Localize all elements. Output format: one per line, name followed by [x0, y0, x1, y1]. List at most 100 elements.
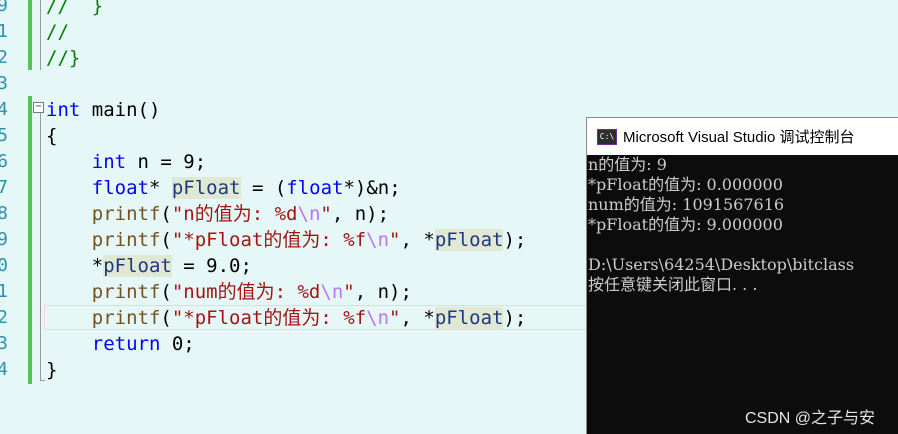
code-text: *	[148, 177, 172, 199]
debug-console-window[interactable]: C:\ Microsoft Visual Studio 调试控制台 n的值为: …	[586, 117, 898, 434]
code-line-current[interactable]: printf("*pFloat的值为: %f\n", *pFloat);	[46, 305, 526, 331]
code-line: {	[46, 123, 57, 149]
keyword: float	[286, 177, 344, 199]
console-app-icon: C:\	[597, 128, 617, 145]
console-output-line: n的值为: 9	[588, 155, 667, 174]
variable-highlighted: pFloat	[434, 229, 504, 251]
console-output-line: *pFloat的值为: 9.000000	[588, 215, 783, 234]
csdn-watermark: CSDN @之子与安	[745, 410, 876, 427]
line-number: 6	[0, 151, 8, 172]
comment: //}	[46, 47, 81, 69]
line-number: 4	[0, 99, 8, 120]
function-name: printf	[91, 229, 161, 251]
line-number: 9	[0, 0, 8, 16]
line-number: 3	[0, 333, 8, 354]
code-text: , n);	[354, 281, 412, 303]
line-number: 1	[0, 281, 8, 302]
escape-sequence: \n	[366, 307, 390, 329]
line-number: 3	[0, 73, 8, 94]
line-number: 5	[0, 125, 8, 146]
collapse-icon[interactable]: −	[33, 102, 44, 113]
console-titlebar[interactable]: C:\ Microsoft Visual Studio 调试控制台	[587, 118, 898, 155]
code-line: printf("num的值为: %d\n", n);	[46, 279, 412, 305]
function-name: printf	[91, 307, 161, 329]
keyword: float	[91, 177, 149, 199]
line-number: 0	[0, 255, 8, 276]
line-number: 1	[0, 21, 8, 42]
code-text: );	[503, 307, 527, 329]
code-line: }	[46, 357, 57, 383]
line-number-gutter: 9 1 2 3 4 5 6 7 8 9 0 1 2 3 4	[0, 0, 30, 434]
brace: }	[46, 359, 58, 381]
string-literal: "	[389, 307, 401, 329]
line-number: 4	[0, 359, 8, 380]
screenshot-root: 9 1 2 3 4 5 6 7 8 9 0 1 2 3 4 − // } // …	[0, 0, 898, 434]
code-text: *	[91, 255, 104, 277]
code-text: (	[160, 281, 172, 303]
code-text: (	[160, 229, 172, 251]
code-text: *)&n;	[343, 177, 401, 199]
string-literal: "	[389, 229, 401, 251]
code-line: int main()	[46, 97, 160, 123]
variable-highlighted: pFloat	[171, 177, 241, 199]
code-line: float* pFloat = (float*)&n;	[46, 175, 401, 201]
escape-sequence: \n	[297, 203, 321, 225]
string-literal: "*pFloat的值为: %f	[171, 307, 367, 329]
string-literal: "num的值为: %d	[171, 281, 321, 303]
fold-guide-line	[40, 113, 41, 381]
line-number: 9	[0, 229, 8, 250]
function-name: printf	[91, 203, 161, 225]
escape-sequence: \n	[366, 229, 390, 251]
line-number: 2	[0, 47, 8, 68]
keyword: int	[91, 151, 127, 173]
code-text: , *	[400, 307, 435, 329]
change-indicator-bar	[28, 0, 32, 70]
keyword: return	[91, 333, 161, 355]
code-text: , *	[400, 229, 435, 251]
code-text: = 9.0;	[171, 255, 252, 277]
string-literal: "n的值为: %d	[171, 203, 298, 225]
code-line: // }	[46, 0, 103, 19]
keyword: int	[46, 99, 81, 121]
variable-highlighted: pFloat	[434, 307, 504, 329]
fold-guide-end	[40, 380, 45, 381]
code-text: n = 9;	[126, 151, 207, 173]
console-output-line: D:\Users\64254\Desktop\bitclass	[588, 255, 855, 274]
console-title: Microsoft Visual Studio 调试控制台	[623, 129, 855, 146]
code-text: (	[160, 203, 172, 225]
fold-guide-line	[40, 0, 41, 70]
code-line: int n = 9;	[46, 149, 206, 175]
escape-sequence: \n	[320, 281, 344, 303]
code-line: printf("*pFloat的值为: %f\n", *pFloat);	[46, 227, 526, 253]
comment: // }	[46, 0, 104, 17]
string-literal: "	[320, 203, 332, 225]
console-output-line: *pFloat的值为: 0.000000	[588, 175, 783, 194]
console-output-line: num的值为: 1091567616	[588, 195, 785, 214]
code-text: , n);	[331, 203, 390, 225]
comment: //	[46, 21, 69, 43]
code-line: //}	[46, 45, 80, 71]
change-indicator-bar	[28, 96, 32, 384]
function-signature: main()	[80, 99, 161, 121]
string-literal: "*pFloat的值为: %f	[171, 229, 367, 251]
line-number: 8	[0, 203, 8, 224]
code-line: return 0;	[46, 331, 195, 357]
variable-highlighted: pFloat	[103, 255, 172, 277]
code-text: );	[503, 229, 527, 251]
string-literal: "	[343, 281, 355, 303]
function-name: printf	[91, 281, 161, 303]
line-number: 7	[0, 177, 8, 198]
line-number: 2	[0, 307, 8, 328]
code-line: *pFloat = 9.0;	[46, 253, 252, 279]
code-text: (	[160, 307, 172, 329]
code-line: printf("n的值为: %d\n", n);	[46, 201, 389, 227]
console-output-line: 按任意键关闭此窗口. . .	[588, 275, 758, 294]
